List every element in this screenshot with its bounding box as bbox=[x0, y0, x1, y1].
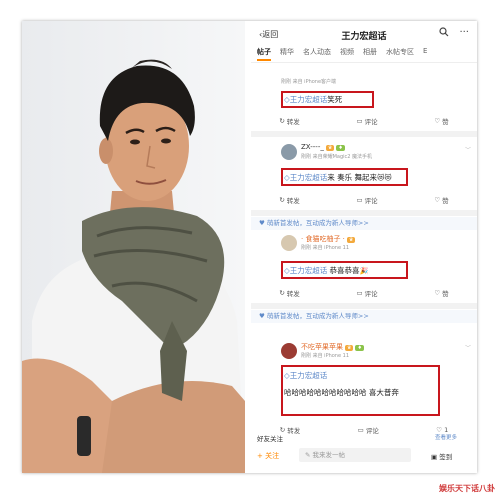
avatar[interactable] bbox=[281, 235, 297, 251]
repost-button[interactable]: ↻ 转发 bbox=[279, 286, 299, 300]
tab-featured[interactable]: 精华 bbox=[280, 47, 294, 62]
chevron-down-icon[interactable]: ﹀ bbox=[465, 145, 471, 154]
newbie-notice[interactable]: ♥ 萌新首发帖，互动成为新人导师>> bbox=[251, 310, 477, 323]
friends-label: 好友关注 bbox=[257, 435, 283, 443]
level-badge: ♛ bbox=[346, 237, 356, 243]
post-meta: 刚刚 来自荣耀Magic2 魔法手机 bbox=[301, 154, 373, 160]
watermark: 娱乐天下话八卦 bbox=[439, 484, 495, 493]
tab-more[interactable]: E bbox=[423, 47, 427, 62]
post-text: 笑死 bbox=[327, 95, 343, 104]
screenshot-frame: ‹返回 王力宏超话 ··· 帖子 精华 名人动态 视频 相册 水帖专区 E 刚刚… bbox=[22, 21, 477, 473]
heart-icon: ♥ bbox=[259, 219, 267, 227]
post-content: ◇王力宏超话 哈哈哈哈哈哈哈哈哈哈哈 喜大普奔 bbox=[284, 370, 399, 398]
checkin-button[interactable]: ▣ 签到 bbox=[431, 451, 452, 461]
tab-water-posts[interactable]: 水帖专区 bbox=[386, 47, 414, 62]
divider bbox=[251, 303, 477, 309]
supertopic-tag[interactable]: ◇王力宏超话 bbox=[284, 371, 327, 380]
post-actions: ↻ 转发 ▭ 评论 ♡ 赞 bbox=[251, 286, 477, 300]
post-text: 恭喜恭喜 bbox=[329, 266, 360, 275]
post-text: 哈哈哈哈哈哈哈哈哈哈哈 喜大普奔 bbox=[284, 388, 399, 397]
post-content: ◇王力宏超话笑死 bbox=[284, 94, 342, 105]
newbie-notice[interactable]: ♥ 萌新首发帖，互动成为新人导师>> bbox=[251, 217, 477, 230]
comment-button[interactable]: ▭ 评论 bbox=[356, 114, 377, 128]
post-meta: 刚刚 来自 iPhone 11 bbox=[301, 245, 350, 251]
supertopic-tag[interactable]: ◇王力宏超话 bbox=[284, 95, 327, 104]
username[interactable]: 不吃苹果苹果 ♛ ♦ bbox=[301, 342, 364, 352]
fan-badge: ♦ bbox=[336, 145, 345, 151]
post-input[interactable]: ✎ 我来发一帖 bbox=[299, 448, 411, 462]
tab-celebrity-news[interactable]: 名人动态 bbox=[303, 47, 331, 62]
bottom-bar: 好友关注 查看更多 + 关注 ✎ 我来发一帖 ▣ 签到 bbox=[251, 435, 477, 473]
level-badge: ♛ bbox=[325, 145, 335, 151]
comment-button[interactable]: ▭ 评论 bbox=[356, 193, 377, 207]
username[interactable]: ZX----_ ♛ ♦ bbox=[301, 143, 345, 151]
like-button[interactable]: ♡ 赞 bbox=[434, 193, 448, 207]
like-button[interactable]: ♡ 赞 bbox=[434, 286, 448, 300]
party-icon: 🎉 bbox=[359, 267, 369, 275]
emoji-icon: 😻😻 bbox=[377, 174, 392, 182]
see-more-link[interactable]: 查看更多 bbox=[435, 433, 457, 441]
tab-album[interactable]: 相册 bbox=[363, 47, 377, 62]
follow-button[interactable]: + 关注 bbox=[257, 451, 279, 461]
fan-badge: ♦ bbox=[355, 345, 364, 351]
repost-button[interactable]: ↻ 转发 bbox=[279, 193, 299, 207]
top-icons: ··· bbox=[439, 27, 469, 40]
more-icon[interactable]: ··· bbox=[459, 27, 469, 40]
comment-button[interactable]: ▭ 评论 bbox=[356, 286, 377, 300]
tab-video[interactable]: 视频 bbox=[340, 47, 354, 62]
post-actions: ↻ 转发 ▭ 评论 ♡ 赞 bbox=[251, 114, 477, 128]
divider bbox=[251, 131, 477, 137]
chevron-down-icon[interactable]: ﹀ bbox=[465, 343, 471, 352]
post-actions: ↻ 转发 ▭ 评论 ♡ 赞 bbox=[251, 193, 477, 207]
tab-posts[interactable]: 帖子 bbox=[257, 47, 271, 61]
top-bar: ‹返回 王力宏超话 ··· bbox=[251, 21, 477, 47]
avatar[interactable] bbox=[281, 144, 297, 160]
like-button[interactable]: ♡ 赞 bbox=[434, 114, 448, 128]
post-content: ◇王力宏超话 恭喜恭喜🎉 bbox=[284, 265, 368, 276]
level-badge: ♛ bbox=[345, 345, 354, 351]
supertopic-tag[interactable]: ◇王力宏超话 bbox=[284, 173, 327, 182]
post-text: 来 奏乐 舞起来 bbox=[327, 173, 378, 182]
post-meta: 刚刚 来自 iPhone 11 bbox=[301, 353, 350, 359]
username[interactable]: · 食猫吃柚子 · ♛ bbox=[301, 234, 356, 244]
avatar[interactable] bbox=[281, 343, 297, 359]
weibo-supertopic-screen: ‹返回 王力宏超话 ··· 帖子 精华 名人动态 视频 相册 水帖专区 E 刚刚… bbox=[251, 21, 477, 473]
tab-bar: 帖子 精华 名人动态 视频 相册 水帖专区 E bbox=[251, 47, 477, 63]
portrait-photo bbox=[22, 21, 245, 473]
supertopic-tag[interactable]: ◇王力宏超话 bbox=[284, 266, 327, 275]
divider bbox=[251, 210, 477, 216]
post-meta: 刚刚 来自 iPhone客户端 bbox=[281, 79, 337, 85]
post-content: ◇王力宏超话来 奏乐 舞起来😻😻 bbox=[284, 172, 392, 183]
comment-button[interactable]: ▭ 评论 bbox=[358, 423, 379, 437]
heart-icon: ♥ bbox=[259, 312, 267, 320]
search-icon[interactable] bbox=[439, 27, 449, 40]
repost-button[interactable]: ↻ 转发 bbox=[279, 114, 299, 128]
